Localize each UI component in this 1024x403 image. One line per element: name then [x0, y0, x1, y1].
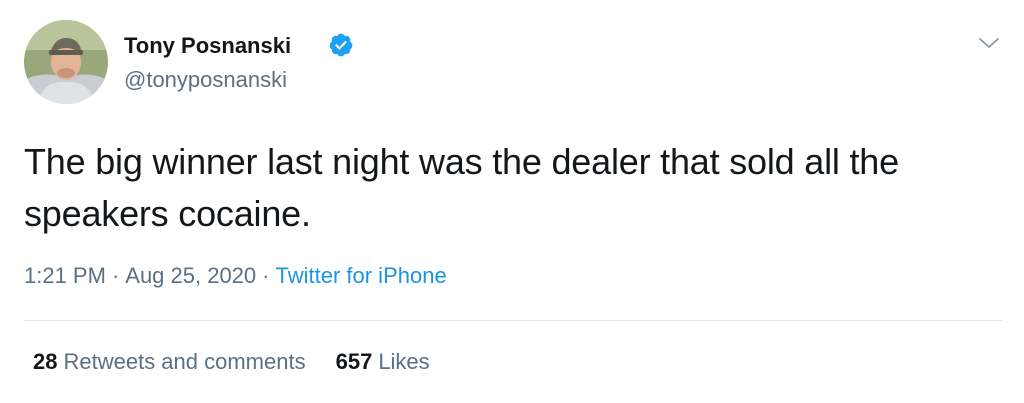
- retweets-count: 28: [33, 349, 58, 374]
- author-handle[interactable]: @tonyposnanski: [124, 67, 287, 93]
- tweet-meta: 1:21 PM · Aug 25, 2020 · Twitter for iPhone: [24, 262, 447, 290]
- author-display-name[interactable]: Tony Posnanski: [124, 33, 291, 59]
- verified-badge-icon: [329, 33, 353, 57]
- tweet-time[interactable]: 1:21 PM: [24, 263, 106, 288]
- avatar[interactable]: [24, 20, 108, 104]
- tweet-text: The big winner last night was the dealer…: [24, 141, 899, 234]
- tweet-card: Tony Posnanski @tonyposnanski The big wi…: [0, 0, 1024, 403]
- tweet-date[interactable]: Aug 25, 2020: [125, 263, 256, 288]
- divider: [24, 320, 1002, 321]
- meta-separator: ·: [111, 263, 120, 288]
- retweets-label: Retweets and comments: [63, 349, 306, 374]
- likes-count: 657: [335, 349, 373, 374]
- chevron-down-icon[interactable]: [977, 31, 1001, 55]
- likes-stat[interactable]: 657 Likes: [336, 348, 430, 376]
- meta-separator: ·: [262, 263, 270, 288]
- likes-label: Likes: [378, 349, 430, 374]
- avatar-image: [24, 20, 108, 104]
- tweet-source-link[interactable]: Twitter for iPhone: [276, 263, 447, 288]
- tweet-stats: 28 Retweets and comments 657 Likes: [33, 348, 430, 376]
- retweets-stat[interactable]: 28 Retweets and comments: [33, 348, 306, 376]
